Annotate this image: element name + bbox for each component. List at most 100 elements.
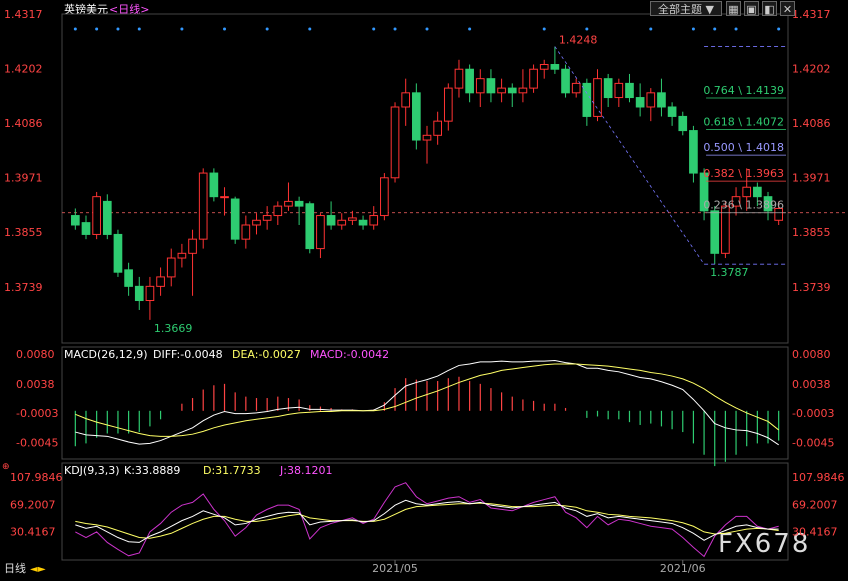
macd-tick-left: 0.0038 (16, 378, 55, 391)
event-marker-dot (777, 27, 781, 31)
close-icon[interactable]: ✕ (780, 1, 795, 16)
event-marker-dot (713, 27, 717, 31)
chart-root: 英镑美元 <日线> FX678 1.4317 1.4317 1.4202 1.4202… (0, 0, 848, 577)
macd-tick-right: -0.0045 (792, 437, 834, 450)
event-marker-dot (542, 27, 546, 31)
candle-body (230, 198, 240, 240)
event-marker-dot (649, 27, 653, 31)
candle-body (369, 215, 379, 226)
fib-level-label: 0.236 \ 1.3896 (703, 199, 784, 212)
macd-label: MACD(26,12,9) (64, 348, 148, 361)
kdj-tick-left: 69.2007 (10, 498, 56, 511)
candle-body (209, 172, 219, 198)
candle-body (497, 87, 506, 94)
grid-layout-icon[interactable]: ▦ (726, 1, 741, 16)
candle-body (220, 196, 229, 199)
kdj-tick-right: 30.4167 (792, 526, 838, 539)
period-button-label[interactable]: 日线 (4, 561, 26, 575)
macd-value-label: MACD:-0.0042 (310, 348, 389, 361)
kdj-label: KDJ(9,3,3) (64, 464, 120, 477)
candle-body (198, 172, 208, 240)
price-tick-right: 1.3739 (792, 281, 831, 294)
macd-tick-right: -0.0003 (792, 407, 834, 420)
candle-body (561, 68, 570, 94)
candle-body (593, 78, 602, 117)
candle-body (305, 203, 315, 250)
kdj-d-label: D:31.7733 (203, 464, 261, 477)
candle-body (614, 82, 624, 99)
low-annotation-left: 1.3669 (154, 322, 193, 335)
event-marker-dot (223, 27, 227, 31)
candle-body (113, 233, 123, 273)
price-tick-right: 1.3855 (792, 226, 831, 239)
fib-level-label: 0.764 \ 1.4139 (703, 84, 784, 97)
candle-body (742, 186, 752, 198)
low-annotation-right: 1.3787 (710, 266, 749, 279)
panel-marker-icon: ⊕ (2, 462, 10, 472)
macd-panel-frame (61, 346, 789, 460)
x-axis-label: 2021/06 (660, 562, 706, 575)
candle-body (294, 200, 304, 207)
candle-body (166, 257, 176, 278)
kdj-j-label: J:38.1201 (279, 464, 332, 477)
candle-body (316, 215, 325, 250)
kdj-tick-right: 69.2007 (792, 498, 838, 511)
candle-body (486, 78, 496, 94)
candle-body (689, 130, 698, 174)
scroll-left-icon[interactable]: ◄ (30, 564, 38, 575)
candle-body (177, 252, 187, 259)
macd-tick-left: -0.0003 (16, 407, 58, 420)
candle-body (380, 177, 389, 217)
event-marker-dot (691, 27, 695, 31)
kdj-tick-right: 107.9846 (792, 471, 845, 484)
candle-body (625, 82, 634, 99)
price-tick-left: 1.4202 (4, 62, 43, 75)
price-tick-left: 1.3855 (4, 226, 43, 239)
price-tick-left: 1.4086 (4, 117, 43, 130)
candle-body (443, 87, 453, 122)
candle-body (550, 64, 560, 70)
candle-body (358, 219, 368, 226)
scroll-right-icon[interactable]: ► (38, 564, 46, 575)
event-marker-dot (585, 27, 589, 31)
theme-select-label: 全部主题 (658, 3, 703, 16)
candle-body (454, 68, 464, 89)
event-marker-dot (372, 27, 376, 31)
candle-body (465, 68, 474, 94)
candle-body (124, 269, 133, 287)
high-annotation: 1.4248 (559, 34, 598, 47)
event-marker-dot (116, 27, 120, 31)
macd-dea-label: DEA:-0.0027 (232, 348, 301, 361)
event-marker-dot (468, 27, 472, 31)
zoom-icon[interactable]: ▣ (744, 1, 759, 16)
candle-body (102, 200, 112, 235)
candle-body (412, 92, 421, 141)
candle-body (145, 285, 155, 302)
candle-body (507, 87, 517, 94)
event-marker-dot (73, 27, 77, 31)
price-tick-right: 1.3971 (792, 171, 831, 184)
kdj-tick-left: 30.4167 (10, 526, 56, 539)
candle-body (241, 224, 251, 240)
fib-level-label: 0.500 \ 1.4018 (703, 141, 784, 154)
candle-body (401, 92, 411, 108)
candle-body (539, 64, 549, 70)
x-axis-label: 2021/05 (372, 562, 418, 575)
candle-body (390, 106, 400, 179)
macd-tick-left: 0.0080 (16, 348, 55, 361)
candle-body (753, 186, 762, 198)
macd-tick-right: 0.0038 (792, 378, 831, 391)
candle-body (582, 82, 592, 117)
candle-body (433, 120, 442, 136)
macd-diff-label: DIFF:-0.0048 (153, 348, 223, 361)
candle-body (273, 205, 283, 217)
theme-select[interactable]: 全部主题 ▼ (650, 1, 722, 16)
candle-body (156, 276, 165, 287)
restore-icon[interactable]: ◧ (762, 1, 777, 16)
event-marker-dot (180, 27, 184, 31)
candle-body (657, 92, 666, 108)
candle-body (635, 97, 645, 108)
event-marker-dot (265, 27, 269, 31)
kdj-panel-frame (61, 462, 789, 561)
candle-body (422, 134, 432, 141)
